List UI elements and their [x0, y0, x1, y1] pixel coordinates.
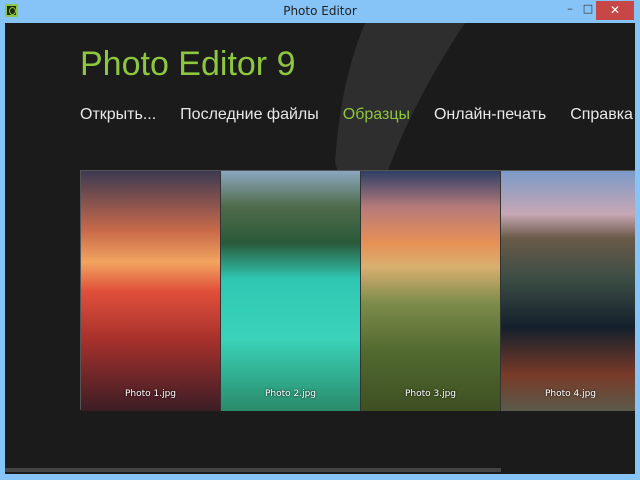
photo-thumbnail[interactable]: Photo 3.jpg [361, 171, 501, 411]
photo-caption: Photo 1.jpg [124, 389, 177, 399]
window-title: Photo Editor [283, 4, 357, 18]
photo-thumbnail[interactable]: Photo 2.jpg [221, 171, 361, 411]
main-area: Photo Editor 9 Открыть... Последние файл… [5, 23, 635, 474]
minimize-button[interactable]: – [560, 0, 580, 20]
close-button[interactable]: ✕ [596, 1, 634, 20]
photo-thumbnail[interactable]: Photo 1.jpg [81, 171, 221, 411]
nav-help[interactable]: Справка [570, 106, 633, 124]
nav-open[interactable]: Открыть... [80, 106, 156, 124]
photo-caption: Photo 3.jpg [404, 389, 457, 399]
app-title: Photo Editor 9 [80, 45, 296, 83]
photo-caption: Photo 2.jpg [264, 389, 317, 399]
photo-caption: Photo 4.jpg [544, 389, 597, 399]
nav-online-print[interactable]: Онлайн-печать [434, 106, 546, 124]
nav-samples[interactable]: Образцы [343, 106, 410, 124]
title-bar: Photo Editor – □ ✕ [0, 0, 640, 23]
maximize-button[interactable]: □ [578, 0, 598, 20]
photo-thumbnail[interactable]: Photo 4.jpg [501, 171, 635, 411]
horizontal-scrollbar[interactable] [5, 468, 501, 472]
main-nav: Открыть... Последние файлы Образцы Онлай… [80, 106, 633, 124]
nav-recent-files[interactable]: Последние файлы [180, 106, 319, 124]
photo-gallery: Photo 1.jpg Photo 2.jpg Photo 3.jpg Phot… [80, 170, 635, 411]
